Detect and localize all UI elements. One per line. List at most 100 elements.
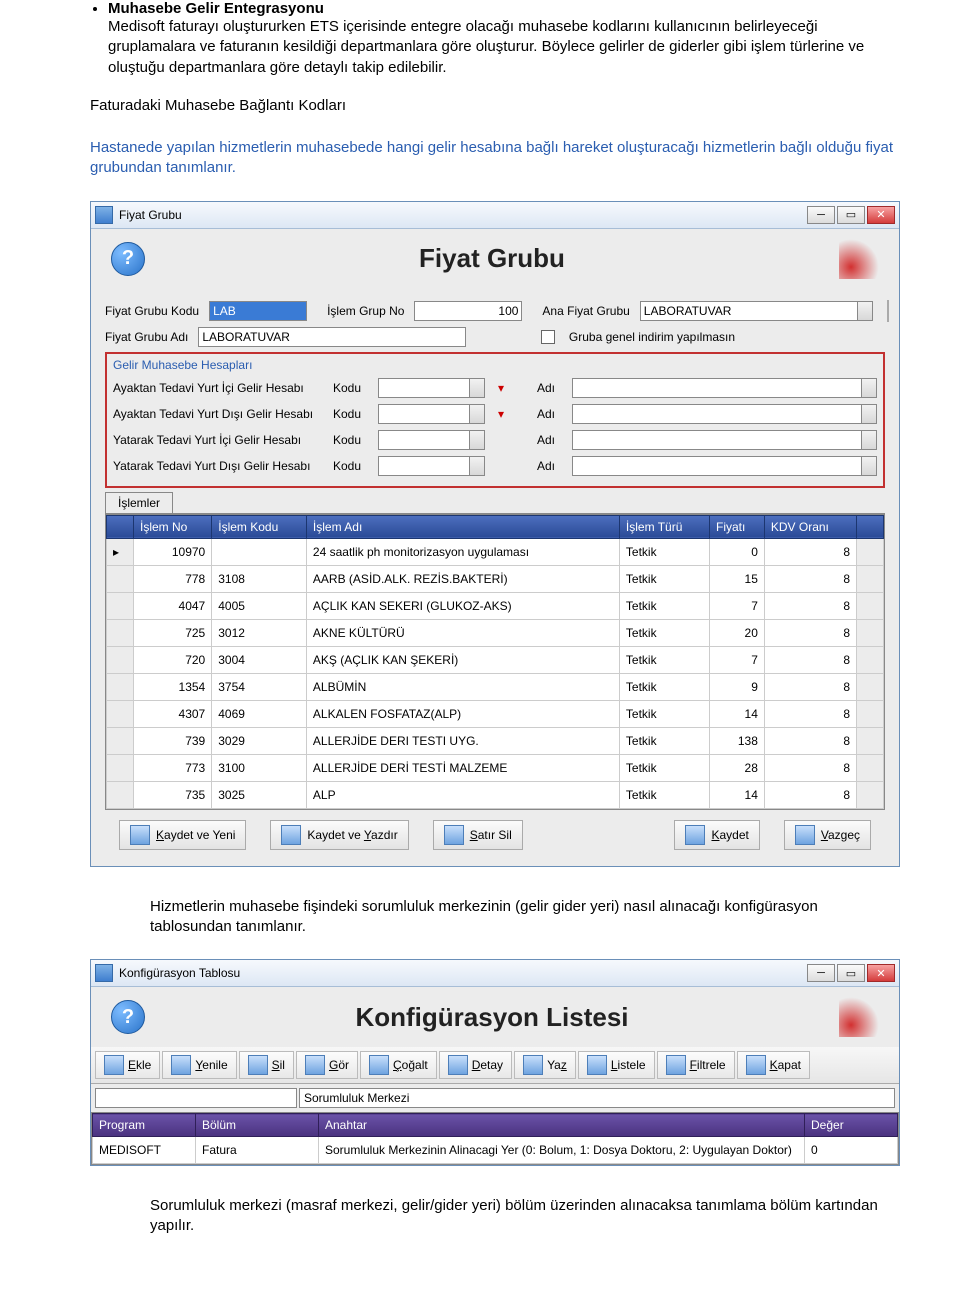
help-icon[interactable]: ? — [111, 242, 145, 276]
close-button[interactable]: ✕ — [867, 964, 895, 982]
col-islem-adi[interactable]: İşlem Adı — [306, 515, 619, 538]
help-icon[interactable]: ? — [111, 1000, 145, 1034]
kaydet-button[interactable]: Kaydet — [674, 820, 759, 850]
table-row[interactable]: 13543754ALBÜMİNTetkik98 — [107, 673, 884, 700]
table-row[interactable]: 7253012AKNE KÜLTÜRÜTetkik208 — [107, 619, 884, 646]
table-row[interactable]: ▸1097024 saatlik ph monitorizasyon uygul… — [107, 538, 884, 565]
yenile-button[interactable]: Yenile — [162, 1051, 236, 1079]
cogalt-button[interactable]: Çoğalt — [360, 1051, 437, 1079]
table-row[interactable]: 7783108AARB (ASİD.ALK. REZİS.BAKTERİ)Tet… — [107, 565, 884, 592]
label-adi: Adı — [537, 433, 562, 447]
table-row[interactable]: 7353025ALPTetkik148 — [107, 781, 884, 808]
input-yatarak-disi-kodu[interactable] — [378, 456, 470, 476]
minimize-button[interactable]: ─ — [807, 964, 835, 982]
maximize-button[interactable]: ▭ — [837, 206, 865, 224]
cell-islem-turu: Tetkik — [619, 619, 709, 646]
dropdown-icon[interactable] — [470, 404, 485, 424]
table-row[interactable]: 40474005AÇLIK KAN SEKERI (GLUKOZ-AKS)Tet… — [107, 592, 884, 619]
konfig-grid[interactable]: Program Bölüm Anahtar Değer MEDISOFT Fat… — [91, 1112, 899, 1165]
islemler-grid[interactable]: İşlem No İşlem Kodu İşlem Adı İşlem Türü… — [105, 514, 885, 810]
lookup-button[interactable] — [887, 300, 889, 322]
col-islem-turu[interactable]: İşlem Türü — [619, 515, 709, 538]
input-ayaktan-ici-adi[interactable] — [572, 378, 862, 398]
input-ayaktan-disi-adi[interactable] — [572, 404, 862, 424]
col-deger[interactable]: Değer — [805, 1114, 898, 1137]
input-yatarak-disi-adi[interactable] — [572, 456, 862, 476]
delete-icon — [248, 1055, 268, 1075]
checkbox-gruba-indirim[interactable] — [541, 330, 555, 344]
cell-islem-kodu: 3025 — [212, 781, 307, 808]
input-yatarak-ici-adi[interactable] — [572, 430, 862, 450]
satir-sil-button[interactable]: Satır Sil — [433, 820, 523, 850]
close-button[interactable]: ✕ — [867, 206, 895, 224]
sil-button[interactable]: Sil — [239, 1051, 294, 1079]
filter-icon — [666, 1055, 686, 1075]
dropdown-icon[interactable] — [470, 378, 485, 398]
dropdown-icon[interactable] — [862, 404, 877, 424]
col-anahtar[interactable]: Anahtar — [319, 1114, 805, 1137]
table-row[interactable]: 7203004AKŞ (AÇLIK KAN ŞEKERİ)Tetkik78 — [107, 646, 884, 673]
cell-fiyati: 9 — [709, 673, 764, 700]
cell-islem-adi: AARB (ASİD.ALK. REZİS.BAKTERİ) — [306, 565, 619, 592]
dropdown-icon[interactable] — [858, 301, 873, 321]
col-kdv-orani[interactable]: KDV Oranı — [764, 515, 856, 538]
cell-islem-no: 4307 — [134, 700, 212, 727]
input-ayaktan-disi-kodu[interactable] — [378, 404, 470, 424]
gor-button[interactable]: Gör — [296, 1051, 358, 1079]
input-islem-grup-no[interactable] — [414, 301, 522, 321]
kaydet-yeni-button[interactable]: KKaydet ve Yeniaydet ve Yeni — [119, 820, 246, 850]
label-yatarak-disi: Yatarak Tedavi Yurt Dışı Gelir Hesabı — [113, 459, 323, 473]
table-row[interactable]: 7393029ALLERJİDE DERI TESTI UYG.Tetkik13… — [107, 727, 884, 754]
yaz-button[interactable]: Yaz — [514, 1051, 576, 1079]
col-islem-no[interactable]: İşlem No — [134, 515, 212, 538]
input-yatarak-ici-kodu[interactable] — [378, 430, 470, 450]
filtrele-button[interactable]: Filtrele — [657, 1051, 735, 1079]
dropdown-icon[interactable] — [862, 430, 877, 450]
tab-islemler[interactable]: İşlemler — [105, 492, 173, 513]
dropdown-icon[interactable] — [470, 430, 485, 450]
cell-islem-turu: Tetkik — [619, 538, 709, 565]
titlebar[interactable]: Fiyat Grubu ─ ▭ ✕ — [91, 202, 899, 229]
table-row[interactable]: 43074069ALKALEN FOSFATAZ(ALP)Tetkik148 — [107, 700, 884, 727]
minimize-button[interactable]: ─ — [807, 206, 835, 224]
cell-kdv: 8 — [764, 727, 856, 754]
input-ayaktan-ici-kodu[interactable] — [378, 378, 470, 398]
cell-islem-no: 1354 — [134, 673, 212, 700]
table-row[interactable]: 7733100ALLERJİDE DERİ TESTİ MALZEMETetki… — [107, 754, 884, 781]
titlebar[interactable]: Konfigürasyon Tablosu ─ ▭ ✕ — [91, 960, 899, 987]
detail-icon — [448, 1055, 468, 1075]
cell-fiyati: 7 — [709, 592, 764, 619]
kapat-button[interactable]: Kapat — [737, 1051, 810, 1079]
listele-button[interactable]: Listele — [578, 1051, 655, 1079]
cell-kdv: 8 — [764, 619, 856, 646]
dropdown-icon[interactable] — [862, 456, 877, 476]
col-program[interactable]: Program — [93, 1114, 196, 1137]
detay-button[interactable]: Detay — [439, 1051, 512, 1079]
required-marker-icon: ▾ — [495, 405, 507, 423]
input-fiyat-grubu-kodu[interactable] — [209, 301, 307, 321]
cell-fiyati: 14 — [709, 700, 764, 727]
label-kodu: Kodu — [333, 407, 368, 421]
input-fiyat-grubu-adi[interactable] — [198, 327, 466, 347]
col-islem-kodu[interactable]: İşlem Kodu — [212, 515, 307, 538]
label-fiyat-grubu-adi: Fiyat Grubu Adı — [105, 330, 188, 344]
search-blank[interactable] — [95, 1088, 297, 1108]
ekle-button[interactable]: Ekle — [95, 1051, 160, 1079]
vazgec-button[interactable]: Vazgeç — [784, 820, 871, 850]
table-row[interactable]: MEDISOFT Fatura Sorumluluk Merkezinin Al… — [93, 1137, 898, 1164]
col-fiyati[interactable]: Fiyatı — [709, 515, 764, 538]
search-input[interactable] — [299, 1088, 895, 1108]
cell-kdv: 8 — [764, 646, 856, 673]
dropdown-icon[interactable] — [862, 378, 877, 398]
dropdown-icon[interactable] — [470, 456, 485, 476]
kaydet-yazdir-button[interactable]: Kaydet ve Yazdır — [270, 820, 408, 850]
maximize-button[interactable]: ▭ — [837, 964, 865, 982]
cell-fiyati: 28 — [709, 754, 764, 781]
cell-islem-adi: ALBÜMİN — [306, 673, 619, 700]
cell-islem-no: 725 — [134, 619, 212, 646]
print-icon — [523, 1055, 543, 1075]
col-bolum[interactable]: Bölüm — [196, 1114, 319, 1137]
cell-anahtar: Sorumluluk Merkezinin Alinacagi Yer (0: … — [319, 1137, 805, 1164]
cell-islem-no: 720 — [134, 646, 212, 673]
input-ana-fiyat-grubu[interactable] — [640, 301, 858, 321]
